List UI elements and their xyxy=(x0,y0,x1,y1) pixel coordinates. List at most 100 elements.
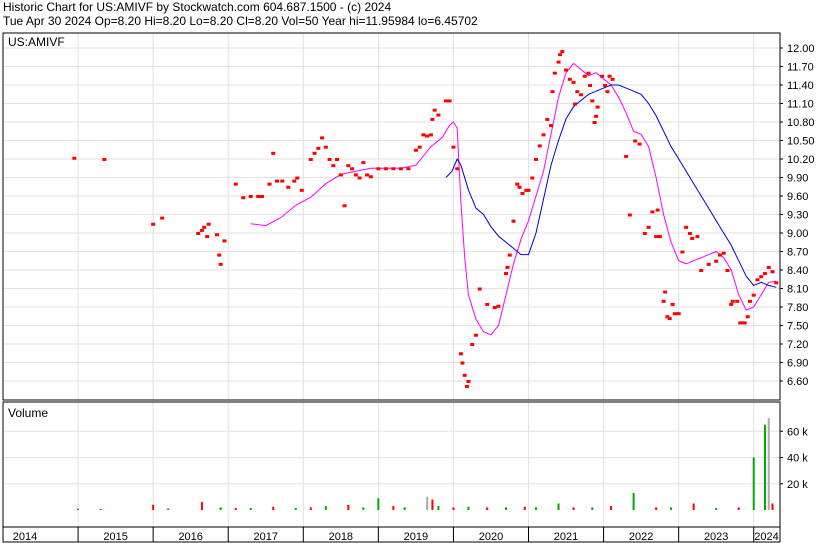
price-mark xyxy=(421,133,426,137)
volume-bars xyxy=(77,418,774,510)
price-mark xyxy=(492,306,497,309)
volume-bar xyxy=(655,507,658,510)
price-mark xyxy=(391,167,396,171)
volume-bar xyxy=(152,504,155,510)
price-mark xyxy=(650,210,655,214)
price-mark xyxy=(690,236,695,240)
price-mark xyxy=(430,117,435,121)
price-mark xyxy=(595,105,600,109)
price-mark xyxy=(517,185,522,189)
volume-bar xyxy=(392,506,395,510)
price-mark xyxy=(661,299,666,303)
price-mark xyxy=(241,196,246,200)
price-mark xyxy=(470,343,475,346)
price-mark xyxy=(417,145,422,149)
price-mark xyxy=(458,352,463,356)
price-mark xyxy=(556,60,561,64)
price-mark xyxy=(545,117,550,121)
price-mark xyxy=(680,250,685,254)
volume-bar xyxy=(504,507,507,510)
price-mark xyxy=(672,312,677,316)
price-mark xyxy=(774,281,779,285)
volume-panel-title: Volume xyxy=(8,406,48,420)
price-tick-label: 10.50 xyxy=(787,136,815,148)
year-grid xyxy=(77,33,755,527)
price-mark xyxy=(102,158,107,161)
price-mark xyxy=(530,176,535,180)
price-mark xyxy=(654,235,659,239)
price-mark xyxy=(428,133,433,137)
price-mark xyxy=(425,134,430,138)
price-mark xyxy=(567,77,572,81)
volume-grid xyxy=(3,430,780,485)
price-mark xyxy=(770,270,775,274)
moving-average-line xyxy=(250,62,777,336)
volume-bar xyxy=(771,503,774,510)
price-mark xyxy=(233,182,238,186)
price-mark xyxy=(335,158,340,161)
price-mark xyxy=(447,99,452,103)
price-mark xyxy=(350,167,355,171)
price-mark xyxy=(717,253,722,257)
price-mark xyxy=(383,167,388,171)
price-tick-label: 8.40 xyxy=(787,265,808,277)
price-mark xyxy=(205,235,210,239)
price-mark xyxy=(520,191,525,195)
volume-bar xyxy=(234,508,237,510)
volume-bar xyxy=(324,506,327,510)
price-mark xyxy=(721,251,726,255)
price-mark xyxy=(633,139,638,143)
volume-tick-label: 20 k xyxy=(787,479,808,491)
price-mark xyxy=(558,53,563,57)
volume-tick-label: 60 k xyxy=(787,426,808,438)
price-mark xyxy=(271,151,276,155)
price-marks xyxy=(72,50,779,388)
price-mark xyxy=(605,90,610,94)
price-mark xyxy=(642,232,647,235)
price-mark xyxy=(511,219,516,223)
price-mark xyxy=(684,225,689,229)
price-tick-label: 6.90 xyxy=(787,358,808,370)
price-mark xyxy=(637,142,642,146)
volume-bar xyxy=(219,507,222,510)
chart-canvas: US:AMIVF Volume 12.00 11.70 11.40 11.10 10.8… xyxy=(2,32,815,543)
price-mark xyxy=(308,158,313,161)
price-mark xyxy=(206,222,211,226)
price-mark xyxy=(312,151,317,155)
price-mark xyxy=(256,195,261,198)
volume-bar xyxy=(767,418,770,510)
price-mark xyxy=(729,302,734,306)
price-mark xyxy=(218,262,223,266)
price-mark xyxy=(592,121,597,124)
volume-bar xyxy=(377,498,380,510)
volume-bar xyxy=(557,503,560,510)
volume-bar xyxy=(77,508,80,510)
price-tick-label: 11.40 xyxy=(787,80,814,92)
price-mark xyxy=(766,265,771,269)
year-axis-ticks: 2014 2015 2016 2017 2018 2019 2020 2021 2022 2023… xyxy=(13,527,779,543)
volume-bar xyxy=(347,504,350,510)
price-mark xyxy=(451,145,456,149)
price-mark xyxy=(588,84,593,87)
volume-bar xyxy=(737,507,740,510)
price-mark xyxy=(357,176,362,180)
price-mark xyxy=(594,114,599,118)
price-mark xyxy=(353,173,358,177)
volume-bar xyxy=(610,506,613,510)
price-panel-frame xyxy=(2,32,781,401)
year-tick-label: 2014 xyxy=(13,531,37,543)
price-mark xyxy=(610,77,615,81)
price-tick-label: 11.10 xyxy=(787,99,814,111)
price-mark xyxy=(222,239,227,243)
price-mark xyxy=(413,148,418,152)
moving-average-lines xyxy=(250,62,777,336)
price-mark xyxy=(260,195,264,198)
volume-bar xyxy=(715,508,718,510)
price-mark xyxy=(286,185,291,189)
price-mark xyxy=(687,232,692,235)
price-mark xyxy=(552,71,557,75)
price-mark xyxy=(316,146,321,150)
price-mark xyxy=(575,90,580,94)
price-mark xyxy=(550,90,555,94)
price-mark xyxy=(624,154,629,158)
